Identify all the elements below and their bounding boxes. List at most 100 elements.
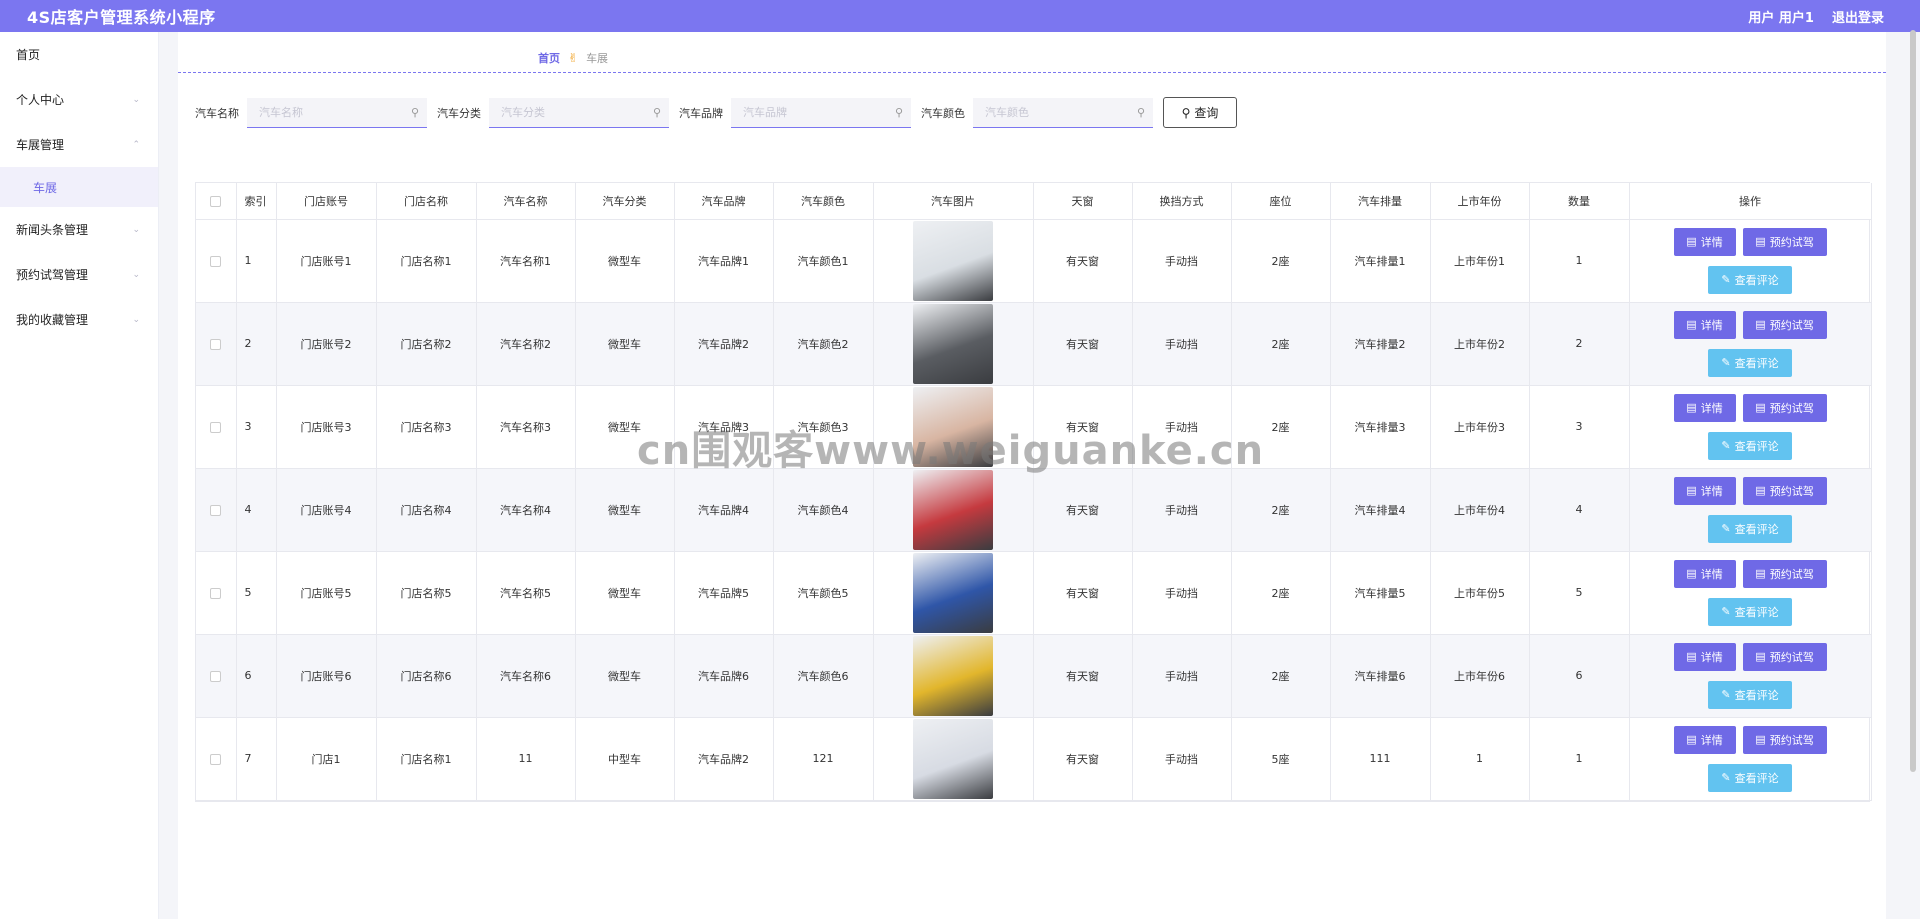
sidebar-item-home[interactable]: 首页 [0,32,158,77]
cell-sunroof: 有天窗 [1033,634,1133,718]
cell-gear: 手动挡 [1132,551,1232,635]
test-drive-button[interactable]: ▤ 预约试驾 [1742,476,1827,505]
expo-table: 索引 门店账号 门店名称 汽车名称 汽车分类 汽车品牌 汽车颜色 汽车图片 天窗… [195,182,1872,802]
cell-actions: ▤ 详情 ▤ 预约试驾 ✎ 查看评论 [1629,717,1872,801]
detail-button[interactable]: ▤ 详情 [1673,725,1736,754]
cell-displacement: 汽车排量2 [1330,302,1431,386]
button-label: 预约试驾 [1769,318,1814,332]
view-comments-button[interactable]: ✎ 查看评论 [1708,680,1792,709]
header-color: 汽车颜色 [773,183,874,220]
sidebar-item-profile[interactable]: 个人中心 ⌄ [0,77,158,122]
car-image[interactable] [913,552,993,633]
user-label[interactable]: 用户 用户1 [1748,7,1814,26]
car-image[interactable] [913,220,993,301]
cell-category: 微型车 [575,634,675,718]
car-name-input[interactable]: 汽车名称 ⚲ [247,97,427,128]
document-icon: ▤ [1686,401,1697,414]
cell-category: 微型车 [575,385,675,469]
cell-index: 1 [236,219,277,303]
test-drive-button[interactable]: ▤ 预约试驾 [1742,725,1827,754]
header-qty: 数量 [1529,183,1630,220]
button-label: 查看评论 [1734,688,1779,702]
cell-year: 上市年份3 [1430,385,1530,469]
cell-seats: 2座 [1231,551,1331,635]
search-icon: ⚲ [894,105,903,119]
view-comments-button[interactable]: ✎ 查看评论 [1708,265,1792,294]
logout-button[interactable]: 退出登录 [1832,7,1884,26]
row-checkbox[interactable] [210,670,222,682]
cell-image [873,468,1034,552]
row-checkbox[interactable] [210,255,222,267]
detail-button[interactable]: ▤ 详情 [1673,476,1736,505]
cell-seats: 2座 [1231,385,1331,469]
cell-store-name: 门店名称1 [376,717,477,801]
cell-sunroof: 有天窗 [1033,302,1133,386]
button-label: 详情 [1700,484,1723,498]
document-icon: ▤ [1686,318,1697,331]
view-comments-button[interactable]: ✎ 查看评论 [1708,514,1792,543]
chevron-down-icon: ⌄ [132,269,140,280]
document-icon: ▤ [1755,567,1766,580]
view-comments-button[interactable]: ✎ 查看评论 [1708,597,1792,626]
car-image[interactable] [913,303,993,384]
detail-button[interactable]: ▤ 详情 [1673,393,1736,422]
sidebar-item-favorites-management[interactable]: 我的收藏管理 ⌄ [0,297,158,342]
cell-car-name: 汽车名称6 [476,634,576,718]
test-drive-button[interactable]: ▤ 预约试驾 [1742,642,1827,671]
edit-icon: ✎ [1721,439,1731,452]
sidebar-item-expo-management[interactable]: 车展管理 ⌃ [0,122,158,167]
cell-car-name: 汽车名称3 [476,385,576,469]
test-drive-button[interactable]: ▤ 预约试驾 [1742,559,1827,588]
app-title: 4S店客户管理系统小程序 [27,8,216,27]
breadcrumb-home[interactable]: 首页 [538,50,560,66]
test-drive-button[interactable]: ▤ 预约试驾 [1742,310,1827,339]
car-image[interactable] [913,386,993,467]
car-image[interactable] [913,635,993,716]
row-select-cell [196,385,237,469]
search-label: 汽车分类 [437,106,481,120]
sidebar-item-expo[interactable]: 车展 [0,167,158,207]
cell-index: 7 [236,717,277,801]
row-checkbox[interactable] [210,421,222,433]
car-image[interactable] [913,718,993,799]
car-color-input[interactable]: 汽车颜色 ⚲ [973,97,1153,128]
car-category-input[interactable]: 汽车分类 ⚲ [489,97,669,128]
test-drive-button[interactable]: ▤ 预约试驾 [1742,227,1827,256]
sidebar-item-news-management[interactable]: 新闻头条管理 ⌄ [0,207,158,252]
view-comments-button[interactable]: ✎ 查看评论 [1708,431,1792,460]
detail-button[interactable]: ▤ 详情 [1673,227,1736,256]
row-checkbox[interactable] [210,504,222,516]
button-label: 查看评论 [1734,273,1779,287]
cell-displacement: 汽车排量3 [1330,385,1431,469]
view-comments-button[interactable]: ✎ 查看评论 [1708,348,1792,377]
detail-button[interactable]: ▤ 详情 [1673,310,1736,339]
cell-store-name: 门店名称6 [376,634,477,718]
cell-actions: ▤ 详情 ▤ 预约试驾 ✎ 查看评论 [1629,468,1872,552]
search-label: 汽车品牌 [679,106,723,120]
header-category: 汽车分类 [575,183,675,220]
table-row: 1 门店账号1 门店名称1 汽车名称1 微型车 汽车品牌1 汽车颜色1 有天窗 … [196,219,1872,303]
select-all-checkbox[interactable] [210,195,222,207]
row-checkbox[interactable] [210,753,222,765]
table-row: 7 门店1 门店名称1 11 中型车 汽车品牌2 121 有天窗 手动挡 5座 … [196,717,1872,801]
button-label: 详情 [1700,401,1723,415]
row-checkbox[interactable] [210,338,222,350]
view-comments-button[interactable]: ✎ 查看评论 [1708,763,1792,792]
test-drive-button[interactable]: ▤ 预约试驾 [1742,393,1827,422]
row-select-cell [196,717,237,801]
header-year: 上市年份 [1430,183,1530,220]
sidebar-item-label: 个人中心 [16,93,65,107]
vertical-scrollbar[interactable] [1910,30,1916,772]
car-image[interactable] [913,469,993,550]
cell-store-account: 门店账号4 [276,468,377,552]
sidebar-item-test-drive-management[interactable]: 预约试驾管理 ⌄ [0,252,158,297]
car-brand-input[interactable]: 汽车品牌 ⚲ [731,97,911,128]
cell-index: 5 [236,551,277,635]
detail-button[interactable]: ▤ 详情 [1673,642,1736,671]
cell-car-name: 汽车名称1 [476,219,576,303]
button-label: 查看评论 [1734,356,1779,370]
row-checkbox[interactable] [210,587,222,599]
query-button[interactable]: ⚲ 查询 [1163,97,1237,128]
cell-color: 汽车颜色3 [773,385,874,469]
detail-button[interactable]: ▤ 详情 [1673,559,1736,588]
